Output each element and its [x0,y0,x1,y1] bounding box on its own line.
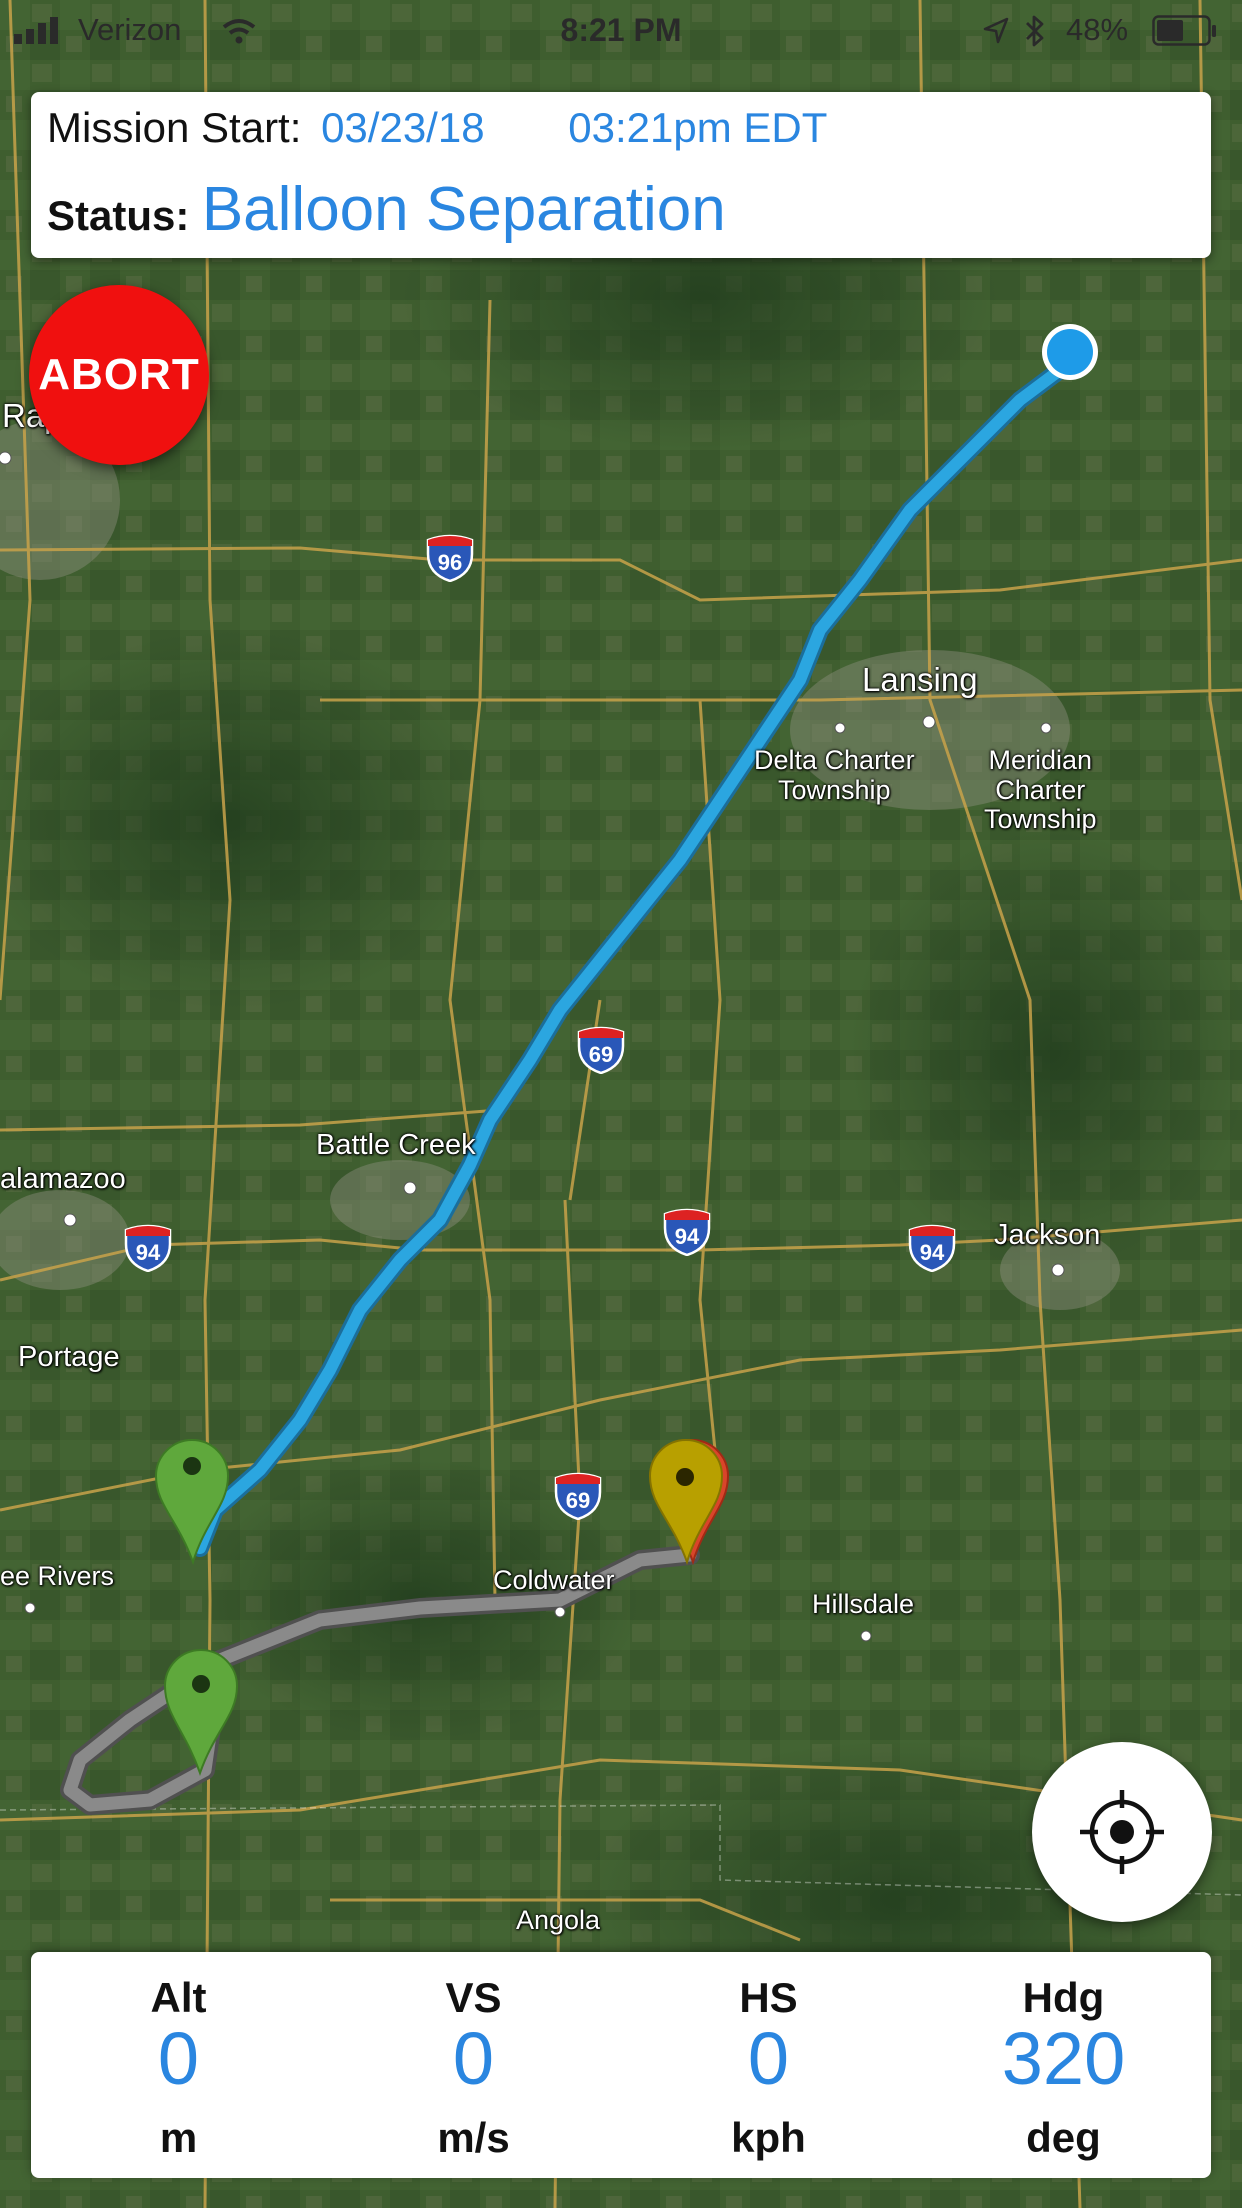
heading-value: 320 [1001,2017,1126,2100]
interstate-94-mid-number: 94 [674,1224,700,1249]
horizontal-speed-value: 0 [747,2017,790,2100]
vertical-speed-label: VS [445,1974,502,2021]
interstate-94-east-number: 94 [919,1240,945,1265]
interstate-94-east-shield-icon: 94 [908,1222,956,1272]
status-label: Status: [47,192,190,239]
telemetry-card: Alt 0 m VS 0 m/s HS 0 kph Hdg 320 deg [31,1952,1211,2178]
mission-start-row: Mission Start: 03/23/18 03:21pm EDT [47,104,827,152]
interstate-69-south-number: 69 [565,1488,591,1513]
place-hillsdale: Hillsdale [812,1589,915,1619]
horizontal-speed-label: HS [739,1974,798,2021]
place-delta-charter-line1: Delta Charter [754,745,915,775]
interstate-96-shield-icon: 96 [426,532,474,582]
place-battle-creek: Battle Creek [316,1129,476,1161]
interstate-69-north-number: 69 [588,1042,614,1067]
battery-percent: 48% [1066,12,1129,47]
bluetooth-icon [1026,15,1044,47]
interstate-69-north-shield-icon: 69 [577,1024,625,1074]
place-lansing: Lansing [862,661,978,698]
status-value: Balloon Separation [201,175,726,244]
crosshair-icon [1080,1790,1164,1874]
place-kalamazoo: alamazoo [0,1163,126,1195]
horizontal-speed-unit: kph [731,2114,806,2161]
place-angola: Angola [516,1905,601,1935]
heading-unit: deg [1026,2114,1101,2161]
vertical-speed-metric: VS 0 m/s [326,1952,621,2178]
altitude-unit: m [159,2114,198,2161]
place-delta-charter: Delta Charter Township [754,745,915,805]
interstate-94-west-shield-icon: 94 [124,1222,172,1272]
interstate-96-number: 96 [437,550,463,575]
interstate-69-south-shield-icon: 69 [554,1470,602,1520]
mission-start-time: 03:21pm EDT [568,104,828,151]
battery-icon [1152,15,1216,46]
status-bar: Verizon 8:21 PM 48% [0,0,1242,62]
altitude-value: 0 [157,2017,200,2100]
place-meridian-line1: Meridian [988,745,1093,775]
abort-button-label: ABORT [38,350,200,399]
place-delta-charter-line2: Township [778,774,891,805]
locate-me-button[interactable] [1032,1742,1212,1922]
altitude-metric: Alt 0 m [31,1952,326,2178]
mission-start-label: Mission Start: [47,104,302,151]
interstate-94-mid-shield-icon: 94 [663,1206,711,1256]
mission-start-date: 03/23/18 [321,104,485,151]
interstate-94-west-number: 94 [135,1240,161,1265]
place-three-rivers: ee Rivers [0,1561,115,1591]
place-meridian-charter: Meridian Charter Township [984,745,1097,835]
vertical-speed-unit: m/s [437,2114,510,2161]
place-meridian-line3: Township [984,804,1097,835]
abort-button[interactable]: ABORT [29,285,209,465]
place-jackson: Jackson [994,1219,1101,1251]
mission-status-row: Status: Balloon Separation [47,174,726,245]
altitude-label: Alt [150,1974,207,2021]
horizontal-speed-metric: HS 0 kph [621,1952,916,2178]
mission-card: Mission Start: 03/23/18 03:21pm EDT Stat… [31,92,1211,258]
vertical-speed-value: 0 [452,2017,495,2100]
heading-label: Hdg [1022,1974,1105,2021]
location-arrow-icon [983,17,1009,44]
place-coldwater: Coldwater [493,1565,615,1595]
clock: 8:21 PM [560,12,682,48]
place-meridian-line2: Charter [995,774,1086,805]
heading-metric: Hdg 320 deg [916,1952,1211,2178]
place-portage: Portage [18,1341,120,1373]
